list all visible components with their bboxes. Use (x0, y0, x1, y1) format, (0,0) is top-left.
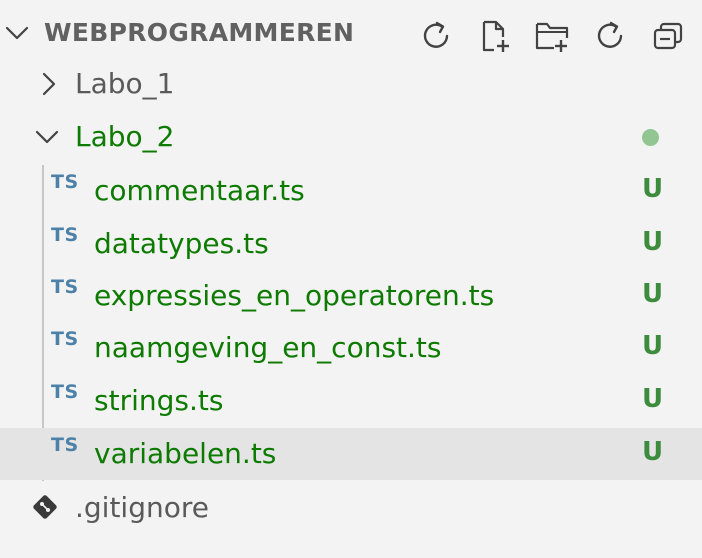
file-item[interactable]: TS strings.ts U (0, 375, 702, 427)
file-label: .gitignore (75, 491, 209, 524)
folder-labo1[interactable]: Labo_1 (0, 58, 702, 110)
file-label: commentaar.ts (94, 174, 305, 207)
file-item[interactable]: TS commentaar.ts U (0, 165, 702, 217)
file-label: datatypes.ts (94, 227, 269, 260)
untracked-badge: U (642, 174, 664, 204)
folder-label: Labo_2 (75, 120, 175, 153)
file-item[interactable]: TS expressies_en_operatoren.ts U (0, 270, 702, 322)
explorer-panel: WEBPROGRAMMEREN Labo_1 Labo_2 TS comment… (0, 0, 702, 558)
workspace-title: WEBPROGRAMMEREN (44, 18, 355, 47)
file-label: strings.ts (94, 384, 224, 417)
file-label: expressies_en_operatoren.ts (94, 279, 495, 312)
file-item-selected[interactable]: TS variabelen.ts U (0, 428, 702, 480)
modified-dot-icon (642, 129, 659, 146)
typescript-icon: TS (51, 434, 79, 456)
file-item[interactable]: TS datatypes.ts U (0, 218, 702, 270)
file-item-gitignore[interactable]: .gitignore (0, 482, 702, 534)
folder-label: Labo_1 (75, 67, 175, 100)
untracked-badge: U (642, 437, 664, 467)
untracked-badge: U (642, 384, 664, 414)
chevron-down-icon (35, 130, 59, 144)
typescript-icon: TS (51, 381, 79, 403)
file-label: variabelen.ts (94, 437, 277, 470)
chevron-down-icon[interactable] (4, 20, 30, 46)
typescript-icon: TS (51, 224, 79, 246)
untracked-badge: U (642, 279, 664, 309)
git-icon (33, 495, 57, 519)
file-label: naamgeving_en_const.ts (94, 331, 442, 364)
file-item[interactable]: TS naamgeving_en_const.ts U (0, 322, 702, 374)
untracked-badge: U (642, 331, 664, 361)
new-folder-icon[interactable] (532, 16, 572, 56)
typescript-icon: TS (51, 276, 79, 298)
refresh-explorer-icon[interactable] (590, 16, 630, 56)
folder-labo2[interactable]: Labo_2 (0, 111, 702, 163)
typescript-icon: TS (51, 171, 79, 193)
chevron-right-icon (42, 72, 56, 96)
typescript-icon: TS (51, 328, 79, 350)
new-file-icon[interactable] (474, 16, 514, 56)
untracked-badge: U (642, 227, 664, 257)
workspace-header[interactable]: WEBPROGRAMMEREN (0, 6, 702, 58)
refresh-icon[interactable] (416, 16, 456, 56)
collapse-all-icon[interactable] (648, 16, 688, 56)
